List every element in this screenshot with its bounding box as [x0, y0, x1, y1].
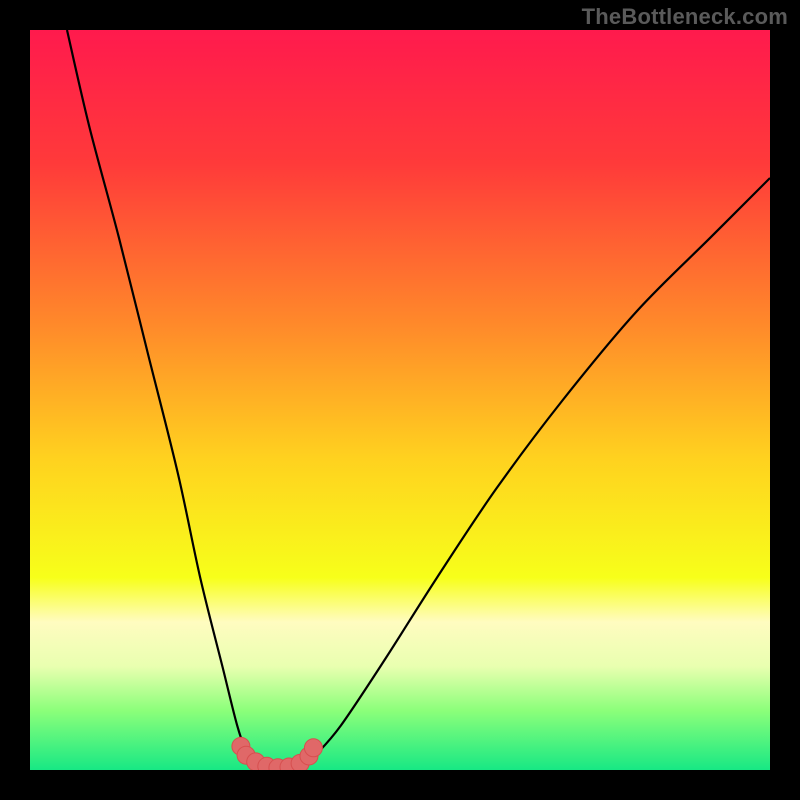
- curve-line: [67, 30, 770, 769]
- watermark-text: TheBottleneck.com: [582, 4, 788, 30]
- chart-frame: TheBottleneck.com: [0, 0, 800, 800]
- valley-marker: [304, 739, 322, 757]
- bottleneck-curve: [30, 30, 770, 770]
- valley-markers: [232, 737, 323, 770]
- plot-area: [30, 30, 770, 770]
